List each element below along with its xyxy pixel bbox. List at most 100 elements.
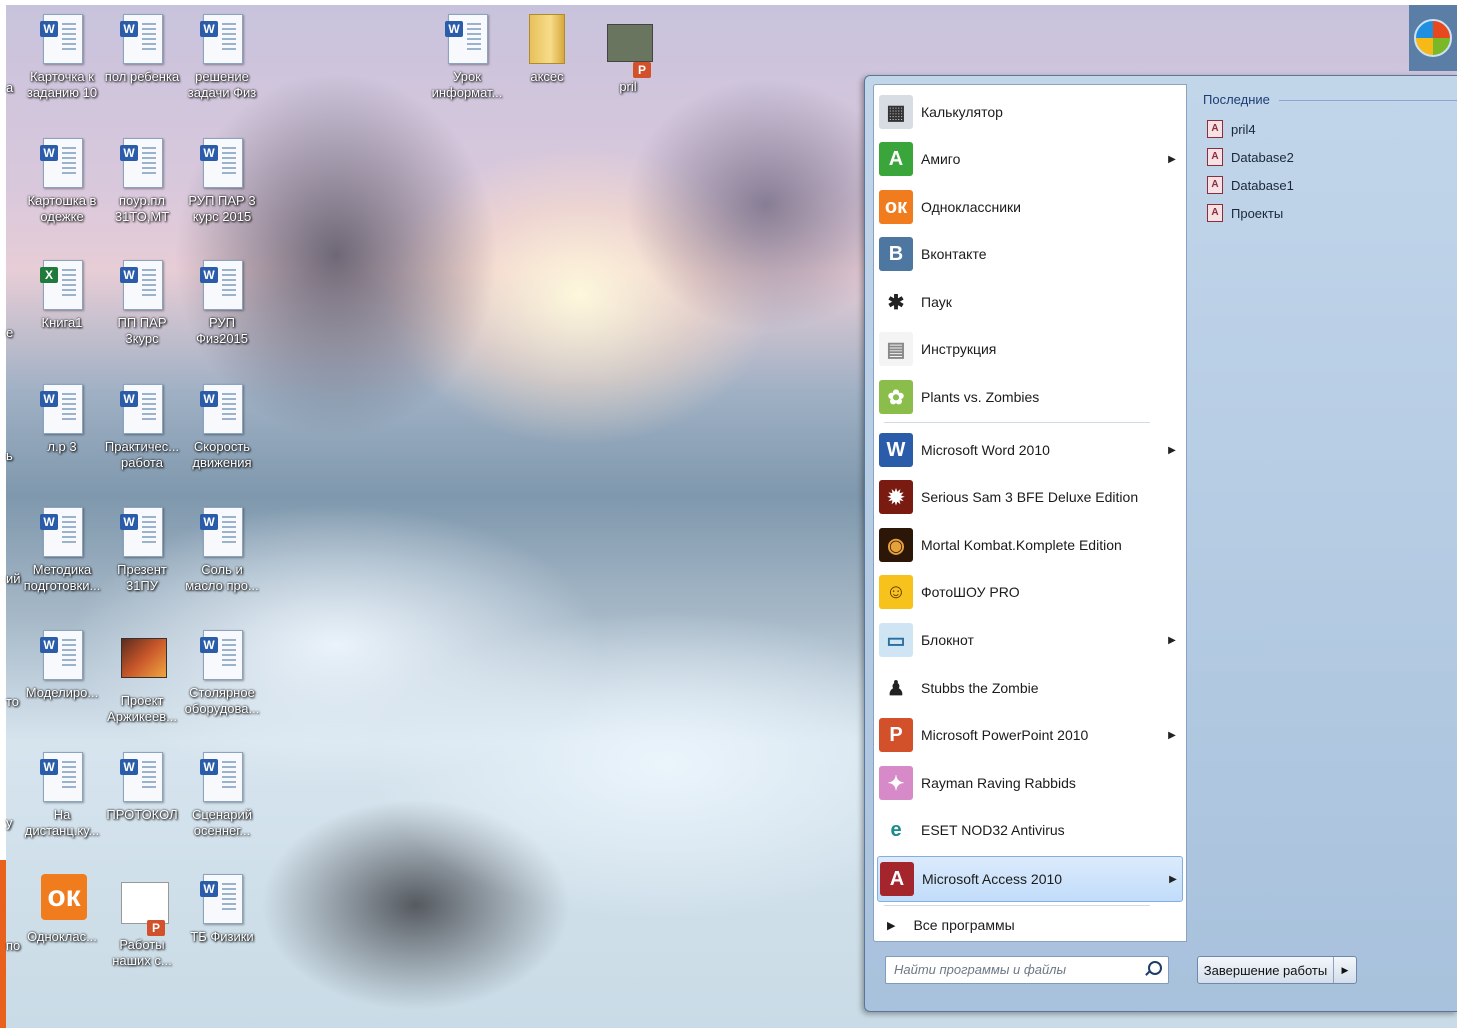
program-label: Microsoft Word 2010 (921, 442, 1050, 458)
desktop-icon[interactable]: Wпоур.пл 31ТО,МТ (102, 138, 182, 225)
program-item[interactable]: ☺ ФотоШОУ PRO (877, 570, 1181, 614)
desktop-icon-label: Карточка к заданию 10 (26, 69, 98, 100)
divider (1279, 100, 1457, 101)
stubbs-icon: ♟ (879, 671, 913, 705)
word-document-icon: W (40, 384, 83, 436)
submenu-arrow-icon[interactable]: ▶ (1163, 445, 1181, 456)
word-document-icon: W (120, 384, 163, 436)
recent-item[interactable]: April4 (1207, 118, 1256, 140)
program-item[interactable]: e ESET NOD32 Antivirus (877, 808, 1181, 852)
desktop-icon[interactable]: W Урок информат... (427, 14, 507, 101)
search-input[interactable] (894, 957, 1144, 981)
access-file-icon: A (1207, 204, 1223, 222)
program-item[interactable]: P Microsoft PowerPoint 2010 ▶ (877, 713, 1181, 757)
divider (884, 905, 1150, 906)
program-item[interactable]: ✹ Serious Sam 3 BFE Deluxe Edition (877, 475, 1181, 519)
program-item[interactable]: ок Одноклассники (877, 185, 1181, 229)
desktop-icon-label: РУП ПАР 3 курс 2015 (188, 193, 256, 224)
start-button[interactable] (1409, 5, 1457, 71)
desktop-icon[interactable]: аксес (507, 14, 587, 85)
program-item[interactable]: ✿ Plants vs. Zombies (877, 375, 1181, 419)
program-label: Калькулятор (921, 104, 1003, 120)
divider (884, 422, 1150, 423)
desktop-icon[interactable]: W Соль и масло про... (182, 507, 262, 594)
program-item[interactable]: B Вконтакте (877, 232, 1181, 276)
rayman-icon: ✦ (879, 766, 913, 800)
cut-off-desktop-label: ий (6, 571, 21, 586)
desktop-icon-label: pril (619, 79, 637, 94)
desktop-icon[interactable]: Wрешение задачи Физ (182, 14, 262, 101)
desktop-icon[interactable]: ок Одноклас... (22, 874, 102, 945)
program-item[interactable]: ✦ Rayman Raving Rabbids (877, 761, 1181, 805)
program-item[interactable]: A Амиго ▶ (877, 137, 1181, 181)
desktop-icon[interactable]: W Презент 31ПУ (102, 507, 182, 594)
video-file-icon (121, 638, 167, 690)
desktop-icon[interactable]: W Моделиро... (22, 630, 102, 701)
submenu-arrow-icon[interactable]: ▶ (1163, 154, 1181, 165)
recent-item[interactable]: A Проекты (1207, 202, 1283, 224)
desktop-icon[interactable]: W Методика подготовки... (22, 507, 102, 594)
shutdown-options-arrow-icon[interactable]: ▶ (1334, 957, 1356, 983)
shutdown-button[interactable]: Завершение работы (1198, 957, 1334, 983)
programs-pane: ▦ Калькулятор A Амиго ▶ ок Одноклассники B Вконт… (873, 84, 1187, 942)
program-label: Mortal Kombat.Komplete Edition (921, 537, 1122, 553)
desktop-icon[interactable]: X Книга1 (22, 260, 102, 331)
word-document-icon: W (200, 630, 243, 682)
desktop-icon[interactable]: W ПРОТОКОЛ (102, 752, 182, 823)
spider-icon: ✱ (879, 285, 913, 319)
search-icon[interactable] (1148, 961, 1162, 975)
desktop-icon-label: решение задачи Физ (187, 69, 257, 100)
desktop-icon[interactable]: W Скорость движения (182, 384, 262, 471)
program-label: Вконтакте (921, 246, 987, 262)
desktop-icon[interactable]: Wпол ребенка (102, 14, 182, 85)
desktop-icon[interactable]: W Карточка к заданию 10 (22, 14, 102, 101)
program-label: ФотоШОУ PRO (921, 584, 1020, 600)
program-item[interactable]: ◉ Mortal Kombat.Komplete Edition (877, 523, 1181, 567)
desktop-icon[interactable]: W Столярное оборудова... (182, 630, 262, 717)
desktop-icon-label: поур.пл 31ТО,МТ (114, 193, 170, 224)
program-item[interactable]: ▭ Блокнот ▶ (877, 618, 1181, 662)
access-file-icon: A (1207, 120, 1223, 138)
word-document-icon: W (40, 630, 83, 682)
desktop-icon[interactable]: W На дистанц.ку... (22, 752, 102, 839)
desktop-icon-label: На дистанц.ку... (24, 807, 100, 838)
desktop-icon[interactable]: Ppril (588, 14, 668, 95)
desktop-icon-label: Соль и масло про... (185, 562, 259, 593)
desktop-icon[interactable]: W РУП Физ2015 (182, 260, 262, 347)
desktop-icon[interactable]: W Сценарий осеннег... (182, 752, 262, 839)
program-item[interactable]: ▤ Инструкция (877, 327, 1181, 371)
recent-item[interactable]: A Database1 (1207, 174, 1294, 196)
program-item[interactable]: ▦ Калькулятор (877, 90, 1181, 134)
desktop-icon[interactable]: W РУП ПАР 3 курс 2015 (182, 138, 262, 225)
submenu-arrow-icon[interactable]: ▶ (1163, 730, 1181, 741)
word-document-icon: W (120, 14, 163, 66)
calculator-icon: ▦ (879, 95, 913, 129)
program-label: Инструкция (921, 341, 997, 357)
desktop-icon[interactable]: W ПП ПАР 3курс (102, 260, 182, 347)
desktop-icon-label: Практичес... работа (104, 439, 180, 470)
program-item[interactable]: W Microsoft Word 2010 ▶ (877, 428, 1181, 472)
submenu-arrow-icon[interactable]: ▶ (1164, 874, 1182, 885)
desktop-icon[interactable]: W ТБ Физики (182, 874, 262, 945)
program-item[interactable]: ♟ Stubbs the Zombie (877, 666, 1181, 710)
program-item[interactable]: A Microsoft Access 2010 ▶ (877, 856, 1183, 902)
word-document-icon: W (200, 384, 243, 436)
desktop-icon[interactable]: W Картошка в одежке (22, 138, 102, 225)
desktop-icon[interactable]: Wл.р 3 (22, 384, 102, 455)
submenu-arrow-icon[interactable]: ▶ (1163, 635, 1181, 646)
desktop-icon[interactable]: P Работы наших с... (102, 874, 182, 969)
program-label: Блокнот (921, 632, 974, 648)
desktop-icon[interactable]: W Практичес... работа (102, 384, 182, 471)
word-document-icon: W (40, 14, 83, 66)
folder-icon (526, 14, 568, 66)
search-box[interactable] (885, 956, 1169, 984)
desktop-icon-label: пол ребенка (104, 69, 180, 84)
desktop-icon[interactable]: Проект Аржикеев... (102, 630, 182, 725)
notepad-icon: ▭ (879, 623, 913, 657)
desktop-icon-label: Урок информат... (431, 69, 503, 100)
recent-item[interactable]: A Database2 (1207, 146, 1294, 168)
word-document-icon: W (120, 260, 163, 312)
program-item[interactable]: ✱ Паук (877, 280, 1181, 324)
word-document-icon: W (200, 14, 243, 66)
mortal-kombat-icon: ◉ (879, 528, 913, 562)
